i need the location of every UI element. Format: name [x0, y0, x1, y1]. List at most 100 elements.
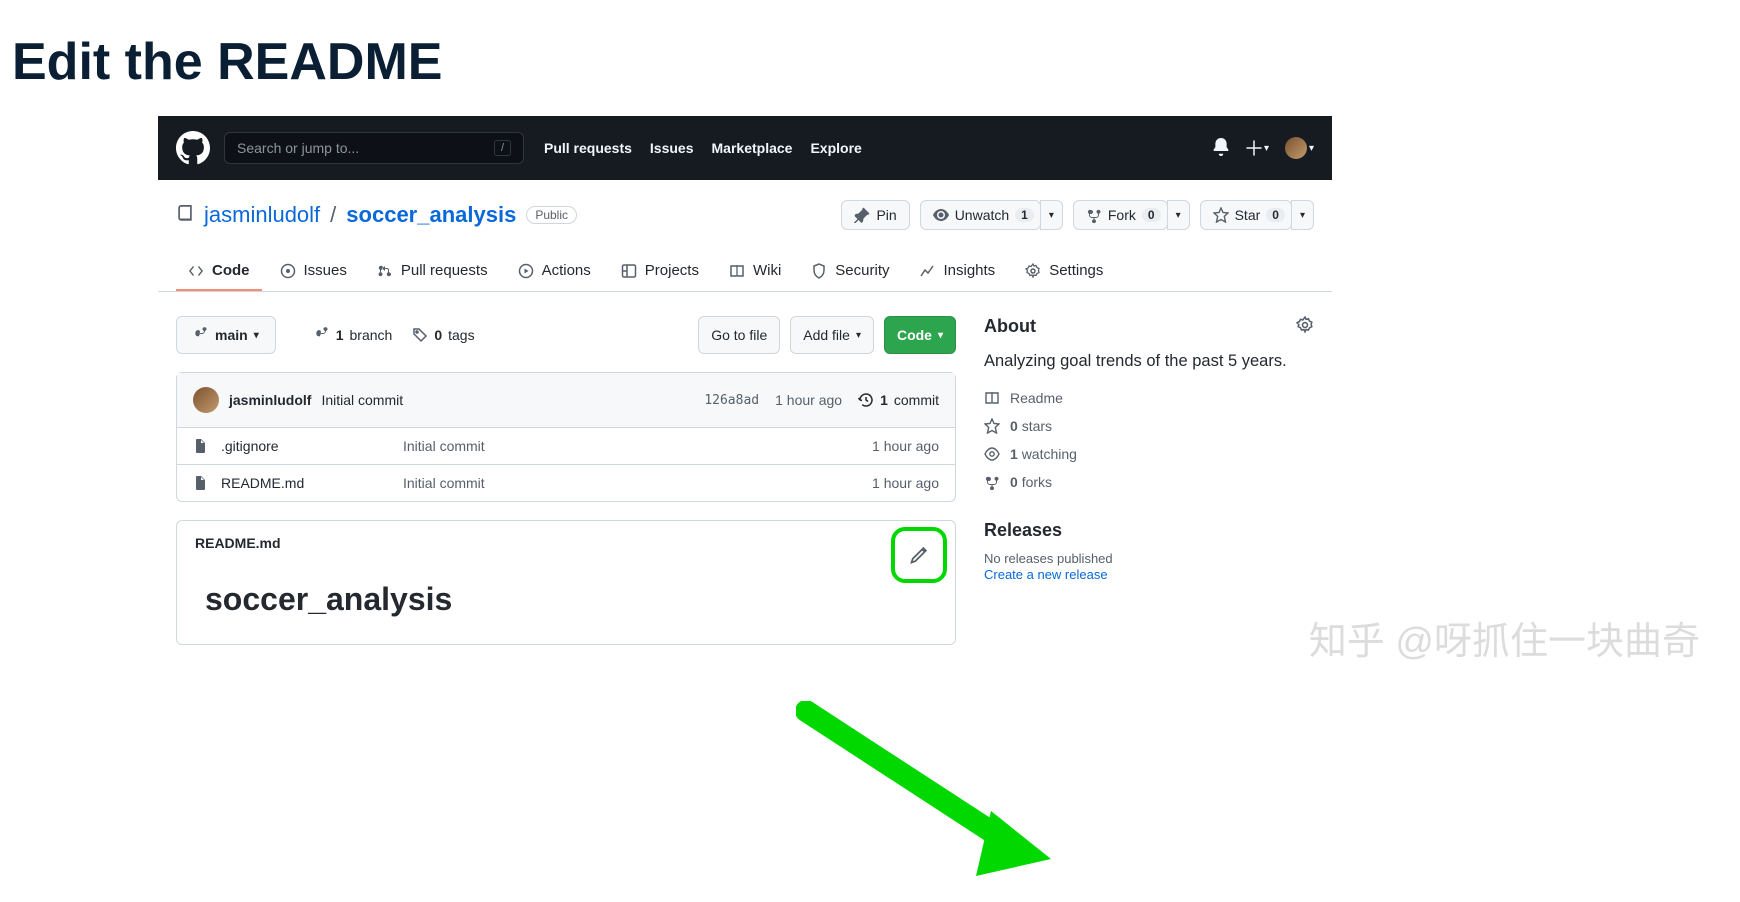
- star-icon: [984, 418, 1000, 434]
- releases-section: Releases No releases published Create a …: [984, 520, 1314, 582]
- star-dropdown[interactable]: ▾: [1291, 200, 1314, 230]
- tab-code[interactable]: Code: [176, 252, 262, 291]
- commit-time: 1 hour ago: [775, 392, 842, 408]
- page-title: Edit the README: [0, 0, 1740, 116]
- go-to-file-button[interactable]: Go to file: [698, 316, 780, 354]
- code-button[interactable]: Code ▾: [884, 316, 956, 354]
- about-description: Analyzing goal trends of the past 5 year…: [984, 349, 1314, 374]
- fork-count: 0: [1142, 208, 1161, 222]
- star-label: Star: [1235, 207, 1261, 223]
- about-settings-button[interactable]: [1296, 316, 1314, 337]
- commit-avatar[interactable]: [193, 387, 219, 413]
- search-placeholder: Search or jump to...: [237, 140, 359, 156]
- eye-icon: [933, 207, 949, 223]
- avatar-dropdown[interactable]: ▾: [1285, 137, 1314, 159]
- star-count: 0: [1266, 208, 1285, 222]
- search-input[interactable]: Search or jump to... /: [224, 132, 524, 164]
- unwatch-dropdown[interactable]: ▾: [1040, 200, 1063, 230]
- search-shortcut: /: [494, 140, 511, 156]
- file-name-link[interactable]: README.md: [221, 475, 304, 491]
- tags-link[interactable]: 0 tags: [412, 327, 474, 343]
- history-icon: [858, 392, 874, 408]
- file-row: .gitignore Initial commit 1 hour ago: [177, 427, 955, 464]
- readme-heading: soccer_analysis: [205, 581, 927, 618]
- tab-insights[interactable]: Insights: [907, 252, 1007, 291]
- plus-dropdown[interactable]: ▾: [1246, 140, 1269, 156]
- readme-link[interactable]: Readme: [984, 390, 1314, 406]
- releases-title: Releases: [984, 520, 1314, 541]
- tab-issues[interactable]: Issues: [268, 252, 359, 291]
- tab-security-label: Security: [835, 262, 889, 279]
- avatar-icon: [1285, 137, 1307, 159]
- nav-issues[interactable]: Issues: [650, 140, 694, 156]
- file-name-link[interactable]: .gitignore: [221, 438, 279, 454]
- bell-icon[interactable]: [1212, 138, 1230, 159]
- releases-empty: No releases published: [984, 551, 1314, 566]
- eye-icon: [984, 446, 1000, 462]
- commit-sha[interactable]: 126a8ad: [704, 393, 759, 408]
- forks-count: 0: [1010, 474, 1018, 490]
- file-icon: [193, 475, 209, 491]
- file-time: 1 hour ago: [872, 438, 939, 454]
- fork-icon: [1086, 207, 1102, 223]
- file-commit-msg[interactable]: Initial commit: [403, 475, 872, 491]
- stars-link[interactable]: 0 stars: [984, 418, 1314, 434]
- gear-icon: [1296, 316, 1314, 334]
- branch-picker[interactable]: main ▾: [176, 316, 276, 354]
- watching-count: 1: [1010, 446, 1018, 462]
- tab-security[interactable]: Security: [799, 252, 901, 291]
- github-logo-icon[interactable]: [176, 131, 210, 165]
- readme-filename[interactable]: README.md: [195, 535, 281, 551]
- add-file-button[interactable]: Add file ▾: [790, 316, 874, 354]
- about-title: About: [984, 316, 1036, 337]
- nav-explore[interactable]: Explore: [810, 140, 861, 156]
- nav-pull-requests[interactable]: Pull requests: [544, 140, 632, 156]
- repo-icon: [176, 205, 194, 226]
- fork-dropdown[interactable]: ▾: [1167, 200, 1190, 230]
- sidebar: About Analyzing goal trends of the past …: [984, 316, 1314, 645]
- tab-wiki[interactable]: Wiki: [717, 252, 793, 291]
- branch-count-label: branch: [350, 327, 393, 343]
- current-branch: main: [215, 327, 248, 343]
- pin-label: Pin: [876, 207, 896, 223]
- annotation-arrow: [796, 701, 1056, 881]
- watermark: 知乎 @呀抓住一块曲奇: [1309, 610, 1700, 665]
- tab-insights-label: Insights: [943, 262, 995, 279]
- watching-link[interactable]: 1 watching: [984, 446, 1314, 462]
- file-commit-msg[interactable]: Initial commit: [403, 438, 872, 454]
- tab-pr-label: Pull requests: [401, 262, 488, 279]
- repo-header: jasminludolf / soccer_analysis Public Pi…: [158, 180, 1332, 292]
- stars-label: stars: [1022, 418, 1052, 434]
- tab-actions[interactable]: Actions: [506, 252, 603, 291]
- code-label: Code: [897, 327, 932, 343]
- pencil-icon: [909, 545, 929, 565]
- commit-author[interactable]: jasminludolf: [229, 392, 311, 408]
- book-icon: [984, 390, 1000, 406]
- tag-count-label: tags: [448, 327, 474, 343]
- nav-marketplace[interactable]: Marketplace: [712, 140, 793, 156]
- branch-count: 1: [336, 327, 344, 343]
- star-button[interactable]: Star 0: [1200, 200, 1292, 230]
- repo-owner-link[interactable]: jasminludolf: [204, 202, 320, 228]
- pin-button[interactable]: Pin: [841, 200, 909, 230]
- unwatch-button[interactable]: Unwatch 1: [920, 200, 1041, 230]
- tab-pull-requests[interactable]: Pull requests: [365, 252, 500, 291]
- fork-label: Fork: [1108, 207, 1136, 223]
- file-row: README.md Initial commit 1 hour ago: [177, 464, 955, 501]
- fork-button[interactable]: Fork 0: [1073, 200, 1168, 230]
- commit-message[interactable]: Initial commit: [321, 392, 403, 408]
- edit-readme-button[interactable]: [891, 527, 947, 583]
- tab-settings[interactable]: Settings: [1013, 252, 1115, 291]
- tab-projects[interactable]: Projects: [609, 252, 711, 291]
- create-release-link[interactable]: Create a new release: [984, 567, 1108, 582]
- tab-issues-label: Issues: [304, 262, 347, 279]
- forks-link[interactable]: 0 forks: [984, 474, 1314, 490]
- add-file-label: Add file: [803, 327, 850, 343]
- commits-link[interactable]: 1 commit: [858, 392, 939, 408]
- tab-actions-label: Actions: [542, 262, 591, 279]
- branches-link[interactable]: 1 branch: [314, 327, 393, 343]
- latest-commit-bar: jasminludolf Initial commit 126a8ad 1 ho…: [177, 373, 955, 427]
- github-window: Search or jump to... / Pull requests Iss…: [158, 116, 1332, 685]
- star-icon: [1213, 207, 1229, 223]
- repo-name-link[interactable]: soccer_analysis: [346, 202, 516, 228]
